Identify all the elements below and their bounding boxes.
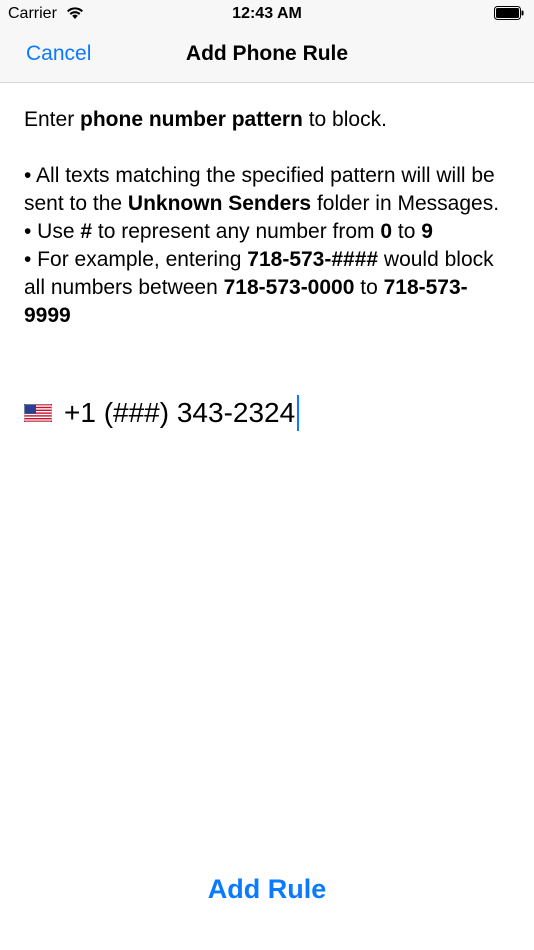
navigation-bar: Cancel Add Phone Rule <box>0 28 534 83</box>
bullet-unknown-senders: • All texts matching the specified patte… <box>24 164 500 215</box>
battery-icon <box>494 6 524 20</box>
status-bar: Carrier 12:43 AM <box>0 0 534 28</box>
page-title: Add Phone Rule <box>185 42 349 65</box>
us-flag-icon[interactable] <box>24 404 52 422</box>
add-rule-button[interactable]: Add Rule <box>0 874 534 905</box>
instruction-intro: Enter phone number pattern to block. <box>24 108 387 131</box>
phone-pattern-field[interactable]: +1 (###) 343-2324 <box>24 393 300 433</box>
phone-pattern-input[interactable]: +1 (###) 343-2324 <box>64 395 300 431</box>
bullet-example: • For example, entering 718-573-#### wou… <box>24 248 494 327</box>
text-cursor <box>297 395 300 431</box>
instructions: Enter phone number pattern to block. • A… <box>24 106 514 330</box>
clock: 12:43 AM <box>232 5 302 22</box>
bullet-hash-usage: • Use # to represent any number from 0 t… <box>24 220 433 243</box>
